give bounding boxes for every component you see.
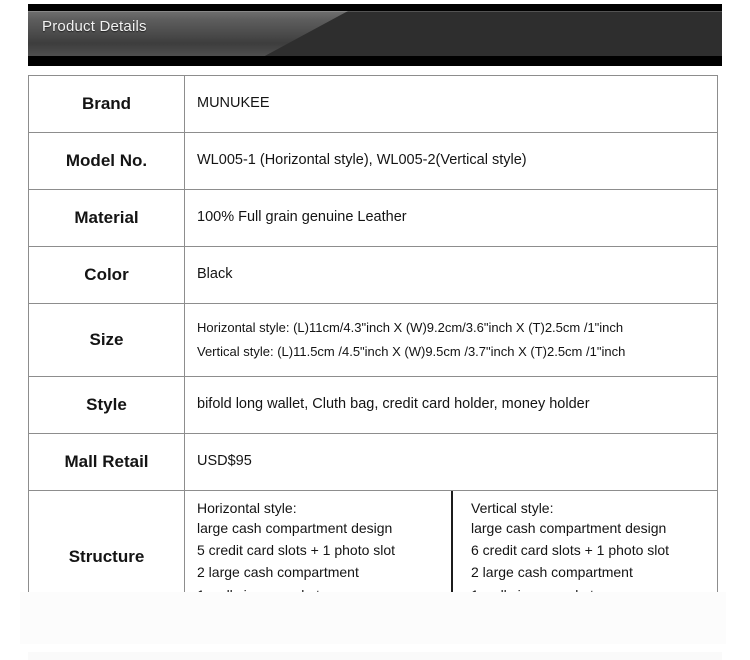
spec-value-material: 100% Full grain genuine Leather (184, 189, 718, 247)
spec-value-size: Horizontal style: (L)11cm/4.3"inch X (W)… (184, 303, 718, 377)
structure-h-line-3: 5 credit card slots + 1 photo slot (197, 541, 396, 558)
spec-label-color: Color (28, 246, 185, 304)
product-specification-table: Brand MUNUKEE Model No. WL005-1 (Horizon… (28, 75, 718, 624)
spec-value-color: Black (184, 246, 718, 304)
spec-label-model-no: Model No. (28, 132, 185, 190)
table-row: Material 100% Full grain genuine Leather (28, 189, 718, 247)
table-row: Style bifold long wallet, Cluth bag, cre… (28, 376, 718, 434)
structure-v-line-1: Vertical style: (471, 500, 554, 516)
structure-h-line-2: large cash compartment design (197, 519, 393, 536)
structure-v-line-3: 6 credit card slots + 1 photo slot (471, 541, 670, 558)
table-row: Color Black (28, 246, 718, 304)
footer-plate (20, 592, 726, 644)
table-row: Size Horizontal style: (L)11cm/4.3"inch … (28, 303, 718, 377)
structure-v-line-4: 2 large cash compartment (471, 564, 633, 581)
banner-bottom-rule (28, 56, 722, 66)
spec-value-mall-retail: USD$95 (184, 433, 718, 491)
table-row: Brand MUNUKEE (28, 75, 718, 133)
spec-value-style: bifold long wallet, Cluth bag, credit ca… (184, 376, 718, 434)
spec-value-brand: MUNUKEE (184, 75, 718, 133)
banner-title: Product Details (42, 18, 147, 35)
spec-label-mall-retail: Mall Retail (28, 433, 185, 491)
spec-label-material: Material (28, 189, 185, 247)
table-row: Model No. WL005-1 (Horizontal style), WL… (28, 132, 718, 190)
structure-h-line-4: 2 large cash compartment (197, 564, 359, 581)
size-line-vertical: Vertical style: (L)11.5cm /4.5"inch X (W… (197, 344, 626, 359)
product-details-banner: Product Details (28, 4, 722, 66)
size-line-horizontal: Horizontal style: (L)11cm/4.3"inch X (W)… (197, 319, 624, 335)
structure-h-line-1: Horizontal style: (197, 500, 297, 516)
table-row: Mall Retail USD$95 (28, 433, 718, 491)
footer-strip (28, 652, 722, 660)
spec-label-style: Style (28, 376, 185, 434)
spec-label-brand: Brand (28, 75, 185, 133)
spec-value-model-no: WL005-1 (Horizontal style), WL005-2(Vert… (184, 132, 718, 190)
spec-label-size: Size (28, 303, 185, 377)
structure-v-line-2: large cash compartment design (471, 519, 667, 536)
